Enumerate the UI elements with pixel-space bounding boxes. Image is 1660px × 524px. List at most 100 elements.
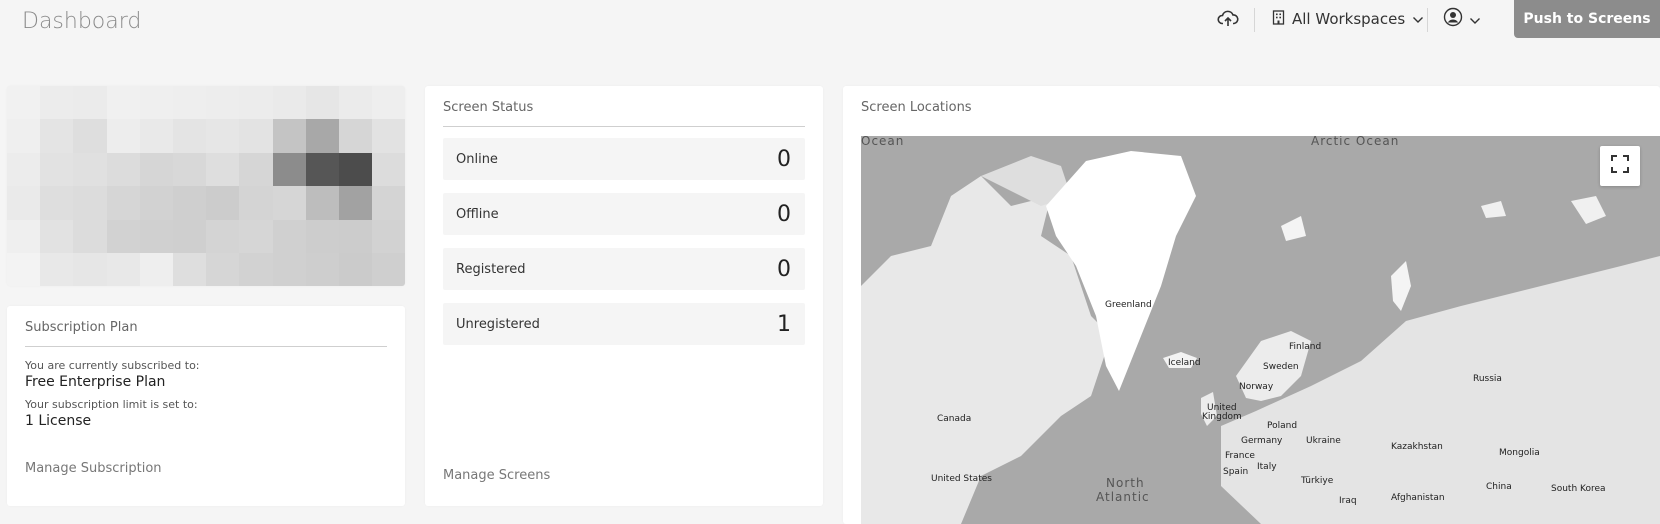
logo-pixel [206,86,240,120]
license-limit: 1 License [25,413,92,429]
status-row-unregistered[interactable]: Unregistered 1 [443,303,805,345]
logo-pixel [338,152,373,187]
logo-pixel [239,86,273,120]
fullscreen-button[interactable] [1600,146,1640,186]
screen-status-title: Screen Status [443,100,534,115]
logo-pixel [106,186,140,220]
cloud-upload-icon[interactable] [1217,8,1239,30]
logo-pixel [73,219,107,253]
manage-subscription-link[interactable]: Manage Subscription [25,461,162,476]
logo-pixel [172,119,207,153]
logo-pixel [172,186,207,220]
logo-pixel [139,152,173,187]
logo-pixel [239,252,273,286]
status-label: Unregistered [456,316,540,332]
map-label-afghanistan: Afghanistan [1391,493,1445,503]
status-label: Online [456,151,498,167]
screen-locations-title: Screen Locations [861,100,972,115]
map-label-north-atlantic: North [1106,476,1145,490]
logo-pixel [272,86,306,120]
divider [25,346,387,347]
logo-pixel [40,186,74,220]
subscribed-label: You are currently subscribed to: [25,359,200,372]
logo-pixel [372,252,405,286]
status-row-offline[interactable]: Offline 0 [443,193,805,235]
map-label-china: China [1486,482,1512,492]
map-label-arctic-ocean: Arctic Ocean [1311,136,1400,148]
map-label-ocean: Ocean [861,136,905,148]
plan-name: Free Enterprise Plan [25,374,166,390]
map-label-sweden: Sweden [1263,362,1299,372]
logo-pixel [338,219,373,253]
building-icon [1272,9,1285,29]
logo-pixel [239,152,273,187]
divider [443,126,805,127]
logo-pixel [40,219,74,253]
logo-pixel [7,186,41,220]
logo-pixel [106,252,140,286]
land-novaya-zemlya [1391,261,1411,311]
logo-pixel [139,86,173,120]
workspace-label: All Workspaces [1292,10,1406,28]
map-label-finland: Finland [1289,342,1322,352]
map-label-poland: Poland [1267,421,1298,431]
logo-pixel [272,219,306,253]
logo-pixel [40,86,74,120]
logo-pixel [338,186,373,220]
divider [1254,8,1255,32]
map-label-united-states: United States [931,474,992,484]
push-to-screens-button[interactable]: Push to Screens [1514,0,1660,38]
workspace-selector[interactable]: All Workspaces [1272,8,1424,30]
fullscreen-icon [1610,154,1630,178]
user-avatar-icon [1443,7,1463,31]
logo-pixel [106,219,140,253]
logo-pixel [7,119,41,153]
logo-pixel [206,219,240,253]
logo-pixel [73,186,107,220]
logo-pixel [372,119,405,153]
logo-pixel [206,252,240,286]
logo-pixel [7,252,41,286]
status-row-online[interactable]: Online 0 [443,138,805,180]
logo-pixel [305,119,339,153]
top-bar: Dashboard All Workspaces Push to Screens [0,0,1660,45]
land-svalbard [1281,216,1306,241]
map-label-spain: Spain [1223,467,1249,477]
logo-pixel [73,152,107,187]
land-severnaya-zemlya [1571,196,1606,224]
logo-pixel [206,152,240,187]
logo-pixel [73,119,107,153]
organization-logo [7,86,405,286]
map-label-norway: Norway [1239,382,1274,392]
logo-pixel [106,152,140,187]
user-menu[interactable] [1443,7,1481,31]
status-label: Offline [456,206,499,222]
screen-locations-card: Screen Locations Ocean Arctic Ocean Nort… [843,86,1660,524]
logo-pixel [7,152,41,187]
map-label-italy: Italy [1257,462,1277,472]
map-label-iraq: Iraq [1339,496,1357,506]
logo-pixel [172,152,207,187]
logo-pixel [139,119,173,153]
logo-pixel [172,252,207,286]
logo-pixel [372,186,405,220]
status-row-registered[interactable]: Registered 0 [443,248,805,290]
screen-locations-map[interactable]: Ocean Arctic Ocean North Atlantic Greenl… [861,136,1660,524]
logo-pixel [305,252,339,286]
logo-pixel [172,86,207,120]
divider [1427,8,1428,32]
logo-pixel [272,152,306,187]
logo-pixel [372,152,405,187]
chevron-down-icon [1412,10,1424,28]
map-label-germany: Germany [1241,436,1283,446]
manage-screens-link[interactable]: Manage Screens [443,468,550,483]
screen-status-card: Screen Status Online 0 Offline 0 Registe… [425,86,823,506]
map-label-north-atlantic: Atlantic [1096,490,1150,504]
logo-pixel [7,219,41,253]
logo-pixel [206,186,240,220]
status-count: 0 [777,146,791,172]
status-count: 0 [777,256,791,282]
logo-pixel [73,86,107,120]
logo-pixel [338,252,373,286]
logo-pixel [338,86,373,120]
